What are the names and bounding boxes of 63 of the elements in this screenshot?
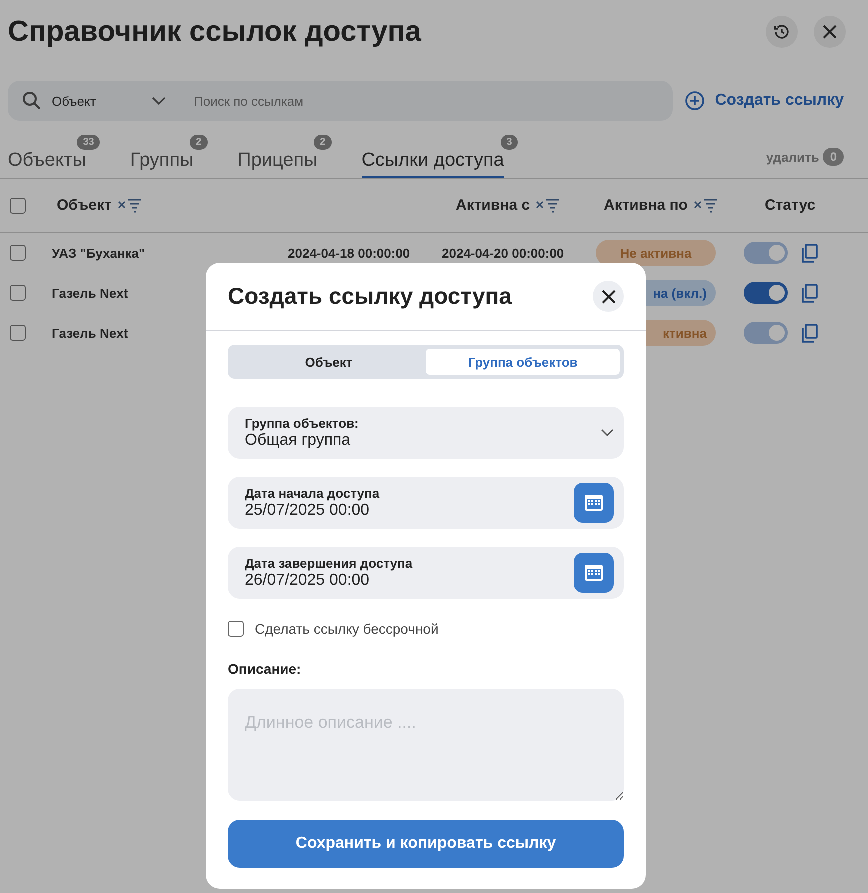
create-link-button[interactable]: Создать ссылку bbox=[685, 91, 844, 111]
plus-circle-icon bbox=[685, 91, 706, 111]
column-header: Статус bbox=[765, 197, 816, 214]
row-checkbox[interactable] bbox=[10, 325, 26, 341]
column-header: Объект bbox=[57, 197, 112, 214]
history-icon bbox=[773, 23, 791, 41]
field-label: Группа объектов: bbox=[245, 416, 360, 431]
page-title: Справочник ссылок доступа bbox=[8, 16, 422, 48]
calendar-button[interactable] bbox=[574, 483, 614, 523]
caret-icon[interactable] bbox=[152, 97, 166, 105]
close-icon bbox=[602, 290, 616, 304]
field-label: Дата начала доступа bbox=[245, 486, 381, 501]
calendar-button[interactable] bbox=[574, 553, 614, 593]
filter-sort-icon[interactable] bbox=[118, 198, 142, 212]
tab[interactable]: Прицепы bbox=[238, 149, 318, 178]
checkbox-label: Сделать ссылку бессрочной bbox=[255, 621, 439, 637]
column-header: Активна с bbox=[456, 197, 530, 214]
field-value: 25/07/2025 00:00 bbox=[245, 502, 371, 520]
calendar-icon bbox=[584, 564, 604, 582]
date-field[interactable]: Дата завершения доступа 26/07/2025 00:00 bbox=[228, 547, 624, 599]
column-header: Активна по bbox=[604, 197, 688, 214]
field-label: Описание: bbox=[228, 661, 302, 677]
status-badge: Не активна bbox=[596, 240, 716, 266]
field-value: 26/07/2025 00:00 bbox=[245, 572, 371, 590]
copy-icon[interactable] bbox=[802, 324, 818, 342]
field-value: Общая группа bbox=[245, 432, 352, 450]
filter-value[interactable]: Объект bbox=[52, 94, 152, 108]
close-button[interactable] bbox=[814, 16, 846, 48]
filter-sort-icon[interactable] bbox=[694, 198, 718, 212]
count-badge: 0 bbox=[823, 148, 844, 166]
dialog-title: Создать ссылку доступа bbox=[228, 283, 513, 310]
row-checkbox[interactable] bbox=[10, 285, 26, 301]
chevron-down-icon bbox=[601, 429, 614, 437]
date-field[interactable]: Дата начала доступа 25/07/2025 00:00 bbox=[228, 477, 624, 529]
row-checkbox[interactable] bbox=[10, 245, 26, 261]
count-badge: 2 bbox=[314, 135, 332, 150]
tab[interactable]: Объекты bbox=[8, 149, 86, 178]
copy-icon[interactable] bbox=[802, 284, 818, 302]
table-cell-text: Газель Next bbox=[52, 326, 130, 340]
close-icon bbox=[823, 25, 837, 39]
group-dropdown[interactable]: Группа объектов: Общая группа bbox=[228, 407, 624, 459]
calendar-icon bbox=[584, 494, 604, 512]
search-icon bbox=[22, 91, 42, 111]
tab[interactable]: Группы bbox=[130, 149, 194, 178]
history-button[interactable] bbox=[766, 16, 798, 48]
close-button[interactable] bbox=[593, 281, 624, 312]
segment-tab[interactable]: Группа объектов bbox=[426, 349, 620, 375]
copy-icon[interactable] bbox=[802, 244, 818, 262]
table-cell-text: УАЗ "Буханка" bbox=[52, 246, 146, 260]
tab[interactable]: Ссылки доступа bbox=[362, 149, 504, 178]
count-badge: 3 bbox=[500, 135, 518, 150]
checkbox[interactable] bbox=[228, 621, 244, 637]
count-badge: 33 bbox=[77, 135, 100, 150]
count-badge: 2 bbox=[190, 135, 208, 150]
save-copy-button[interactable]: Сохранить и копировать ссылку bbox=[228, 820, 624, 868]
table-cell-text: 2024-04-18 00:00:00 bbox=[288, 246, 412, 260]
toggle-switch[interactable] bbox=[744, 282, 788, 304]
field-label: Дата завершения доступа bbox=[245, 556, 414, 571]
select-all-checkbox[interactable] bbox=[10, 198, 26, 214]
table-cell-text: 2024-04-20 00:00:00 bbox=[442, 246, 566, 260]
search-bar[interactable]: Объект Поиск по ссылкам bbox=[8, 81, 673, 121]
filter-sort-icon[interactable] bbox=[536, 198, 560, 212]
segment-tab[interactable]: Объект bbox=[232, 349, 426, 375]
